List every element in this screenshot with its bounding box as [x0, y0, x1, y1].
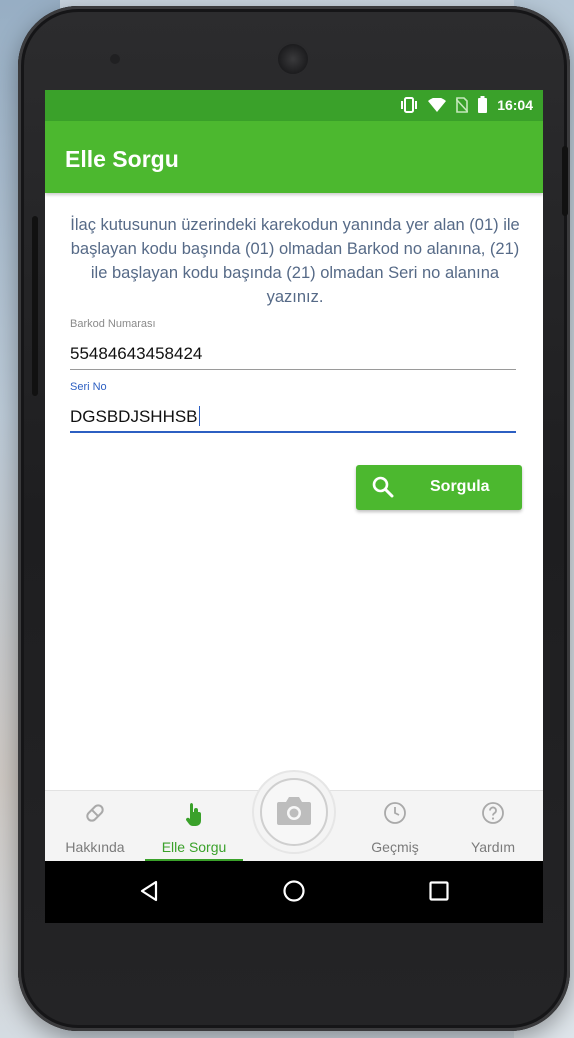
nav-item-hakkinda[interactable]: Hakkında — [47, 791, 143, 862]
serial-underline — [70, 431, 516, 433]
search-button[interactable]: Sorgula — [356, 465, 522, 510]
app-bar: Elle Sorgu — [45, 121, 543, 193]
vibrate-icon — [400, 96, 418, 113]
serial-input[interactable]: DGSBDJSHHSB — [70, 406, 516, 427]
search-button-label: Sorgula — [430, 478, 490, 495]
phone-frame: 16:04 Elle Sorgu İlaç kutusunun üzerinde… — [18, 6, 570, 1031]
power-button — [562, 146, 568, 216]
back-icon[interactable] — [137, 879, 161, 908]
serial-value: DGSBDJSHHSB — [70, 407, 198, 426]
barcode-input[interactable]: 55484643458424 — [70, 344, 516, 364]
nav-item-gecmis[interactable]: Geçmiş — [347, 791, 443, 862]
battery-icon — [478, 96, 488, 113]
front-sensor — [110, 54, 120, 64]
nav-label-elle-sorgu: Elle Sorgu — [161, 839, 227, 855]
camera-scan-button[interactable] — [254, 772, 334, 852]
instructions-text: İlaç kutusunun üzerindeki karekodun yanı… — [70, 216, 520, 306]
nav-item-yardim[interactable]: Yardım — [445, 791, 541, 862]
pill-icon — [83, 801, 107, 830]
wifi-icon — [428, 97, 447, 112]
volume-button — [32, 216, 38, 396]
screen: 16:04 Elle Sorgu İlaç kutusunun üzerinde… — [45, 90, 543, 923]
barcode-label: Barkod Numarası — [70, 318, 156, 330]
page-title: Elle Sorgu — [65, 146, 179, 172]
barcode-underline — [70, 369, 516, 370]
front-camera — [278, 44, 308, 74]
help-icon — [481, 801, 505, 830]
text-cursor — [198, 406, 200, 426]
system-navigation-bar — [45, 861, 543, 923]
no-sim-icon — [456, 96, 469, 113]
nav-label-yardim: Yardım — [470, 839, 516, 855]
nav-item-elle-sorgu[interactable]: Elle Sorgu — [146, 791, 242, 862]
search-icon — [372, 476, 394, 503]
clock-icon — [383, 801, 407, 830]
nav-label-hakkinda: Hakkında — [65, 839, 125, 855]
status-bar: 16:04 — [45, 90, 543, 121]
nav-label-gecmis: Geçmiş — [371, 839, 419, 855]
serial-label: Seri No — [70, 381, 107, 393]
status-time: 16:04 — [497, 96, 533, 113]
home-icon[interactable] — [282, 879, 306, 908]
recents-icon[interactable] — [427, 879, 451, 908]
tap-hand-icon — [182, 801, 206, 832]
